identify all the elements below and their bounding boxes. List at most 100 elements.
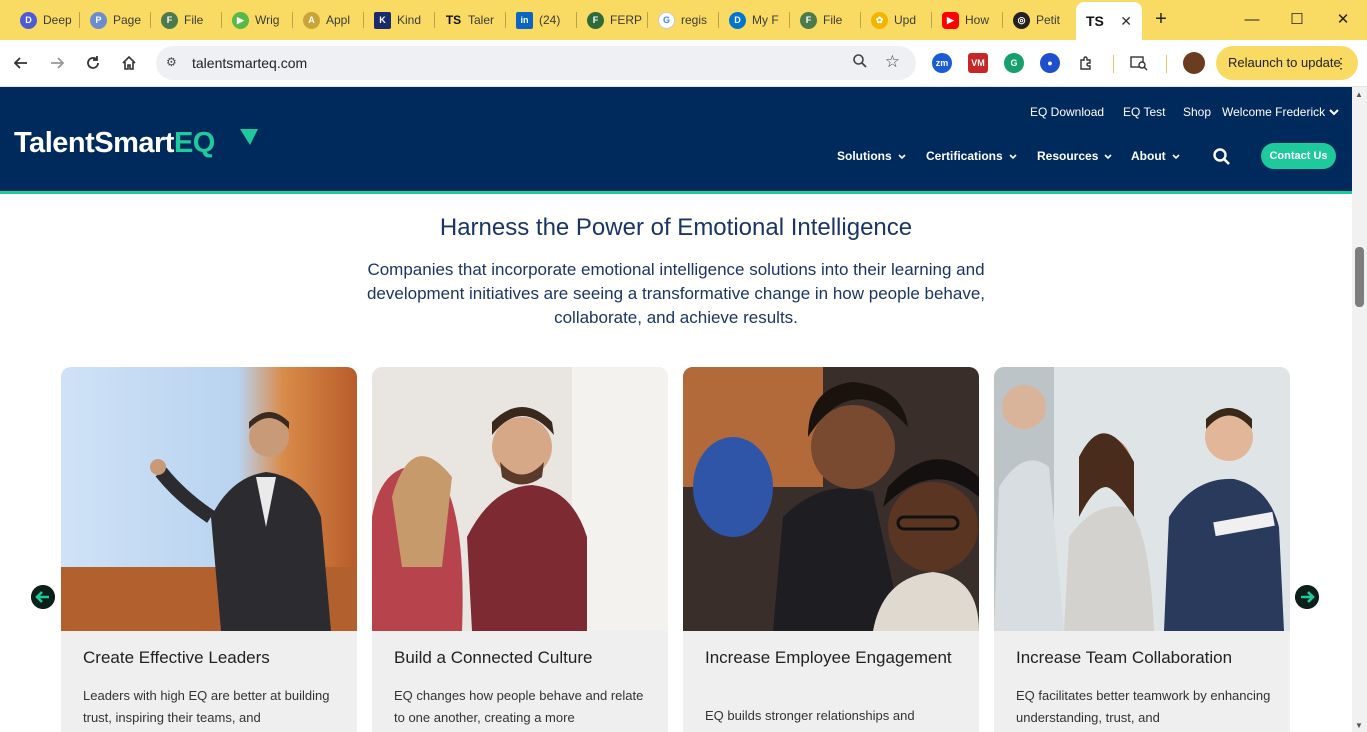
reload-icon — [87, 56, 99, 69]
card-title: Build a Connected Culture — [394, 648, 593, 667]
site-header: TalentSmartEQ EQ Download EQ Test Shop W… — [0, 87, 1352, 194]
back-button[interactable] — [8, 50, 34, 76]
browser-tab[interactable]: K Kind — [364, 6, 435, 34]
card-increase-employee-engagement[interactable]: Increase Employee Engagement EQ builds s… — [683, 367, 979, 732]
browser-tab-active[interactable]: TS ✕ — [1076, 2, 1142, 40]
page-icon: P — [90, 11, 107, 29]
chevron-down-icon — [1329, 109, 1340, 116]
tab-label: Appl — [326, 13, 351, 27]
close-window-button[interactable]: ✕ — [1331, 8, 1355, 32]
relaunch-label: Relaunch to update — [1228, 55, 1341, 70]
browser-tab[interactable]: F File — [790, 6, 861, 34]
address-bar[interactable]: ⚙ talentsmarteq.com ☆ — [156, 46, 916, 80]
shop-link[interactable]: Shop — [1183, 105, 1211, 119]
browser-tab[interactable]: ▶ Wrig — [222, 6, 293, 34]
browser-tab[interactable]: F FERP — [577, 6, 648, 34]
forward-arrow-icon — [51, 57, 65, 69]
reload-button[interactable] — [80, 50, 106, 76]
relaunch-button[interactable]: Relaunch to update ⋮ — [1216, 46, 1358, 80]
tab-label: Page — [113, 13, 142, 27]
photos-icon: ✿ — [871, 11, 888, 29]
bookmark-star-icon[interactable]: ☆ — [885, 52, 900, 72]
forward-button[interactable] — [44, 50, 70, 76]
tab-label: (24) — [539, 13, 561, 27]
tab-label: Taler — [468, 13, 495, 27]
eq-download-link[interactable]: EQ Download — [1030, 105, 1104, 119]
app-icon: A — [303, 11, 320, 29]
nav-label: Resources — [1037, 149, 1099, 163]
search-icon[interactable] — [1212, 147, 1232, 167]
browser-tab[interactable]: P Page — [80, 6, 151, 34]
extensions-puzzle-icon[interactable] — [1073, 50, 1099, 76]
card-text: EQ facilitates better teamwork by enhanc… — [1016, 688, 1271, 725]
site-logo[interactable]: TalentSmartEQ — [14, 127, 215, 160]
tab-search-icon[interactable] — [1126, 50, 1152, 76]
card-title: Increase Team Collaboration — [1016, 648, 1233, 667]
card-increase-team-collaboration[interactable]: Increase Team Collaboration EQ facilitat… — [994, 367, 1290, 732]
nav-label: Certifications — [926, 149, 1003, 163]
tab-label: Kind — [397, 13, 422, 27]
close-tab-icon[interactable]: ✕ — [1120, 13, 1132, 30]
maximize-button[interactable]: ☐ — [1285, 8, 1309, 32]
tab-label: How — [965, 13, 990, 27]
back-arrow-icon — [13, 57, 27, 69]
browser-tab[interactable]: TS Taler — [435, 6, 506, 34]
grammarly-icon[interactable]: G — [1004, 53, 1024, 73]
browser-tab[interactable]: ✿ Upd — [861, 6, 932, 34]
nav-solutions[interactable]: Solutions — [837, 149, 906, 163]
browser-tab[interactable]: G regis — [648, 6, 719, 34]
browser-tab[interactable]: ◎ Petit — [1003, 6, 1074, 34]
carousel-next-button[interactable] — [1295, 585, 1319, 609]
contact-us-button[interactable]: Contact Us — [1261, 143, 1336, 169]
browser-tab[interactable]: D My F — [719, 6, 790, 34]
play-icon: ▶ — [232, 11, 249, 29]
carousel-prev-button[interactable] — [31, 585, 55, 609]
chevron-down-icon — [1172, 154, 1180, 160]
eq-test-link[interactable]: EQ Test — [1123, 105, 1165, 119]
browser-tab-bar: D Deep P Page F File ▶ Wrig A Appl K Kin… — [0, 0, 1367, 40]
card-create-effective-leaders[interactable]: Create Effective Leaders Leaders with hi… — [61, 367, 357, 732]
menu-dots-icon[interactable]: ⋮ — [1334, 46, 1348, 80]
new-tab-button[interactable]: + — [1150, 8, 1172, 30]
card-build-connected-culture[interactable]: Build a Connected Culture EQ changes how… — [372, 367, 668, 732]
minimize-button[interactable]: — — [1240, 8, 1264, 32]
linkedin-icon: in — [516, 11, 533, 29]
home-button[interactable] — [116, 50, 142, 76]
scrollbar-thumb[interactable] — [1355, 247, 1364, 307]
browser-tab[interactable]: D Deep — [10, 6, 80, 34]
extension-circle-icon[interactable]: ● — [1040, 53, 1060, 73]
profile-avatar[interactable] — [1183, 52, 1205, 74]
kindle-icon: K — [374, 11, 391, 29]
nav-certifications[interactable]: Certifications — [926, 149, 1017, 163]
deepl-icon: D — [20, 11, 37, 29]
zoom-icon[interactable] — [852, 53, 868, 73]
tab-label: TS — [1086, 13, 1104, 29]
chevron-down-icon — [898, 154, 906, 160]
page-scrollbar[interactable]: ▲ ▼ — [1352, 87, 1367, 732]
card-text: Leaders with high EQ are better at build… — [83, 688, 330, 725]
scroll-up-icon[interactable]: ▲ — [1355, 90, 1363, 99]
browser-tab[interactable]: F File — [151, 6, 222, 34]
browser-tab[interactable]: ▶ How — [932, 6, 1003, 34]
dell-icon: D — [729, 11, 746, 29]
tab-label: Deep — [43, 13, 72, 27]
vm-extension-icon[interactable]: VM — [968, 53, 988, 73]
nav-label: Solutions — [837, 149, 892, 163]
card-title: Increase Employee Engagement — [705, 648, 952, 667]
url-text[interactable]: talentsmarteq.com — [192, 55, 307, 71]
browser-tab[interactable]: in (24) — [506, 6, 577, 34]
browser-tab[interactable]: A Appl — [293, 6, 364, 34]
welcome-label: Welcome Frederick — [1222, 105, 1326, 119]
tab-label: Wrig — [255, 13, 280, 27]
site-settings-icon[interactable]: ⚙ — [166, 55, 182, 71]
google-icon: G — [658, 11, 675, 29]
welcome-menu[interactable]: Welcome Frederick — [1222, 105, 1340, 119]
scroll-down-icon[interactable]: ▼ — [1355, 721, 1363, 730]
home-icon — [122, 55, 136, 70]
zoom-extension-icon[interactable]: zm — [932, 53, 952, 73]
nav-about[interactable]: About — [1131, 149, 1180, 163]
tab-label: My F — [752, 13, 779, 27]
file-icon: F — [800, 11, 817, 29]
tab-label: FERP — [610, 13, 643, 27]
nav-resources[interactable]: Resources — [1037, 149, 1112, 163]
